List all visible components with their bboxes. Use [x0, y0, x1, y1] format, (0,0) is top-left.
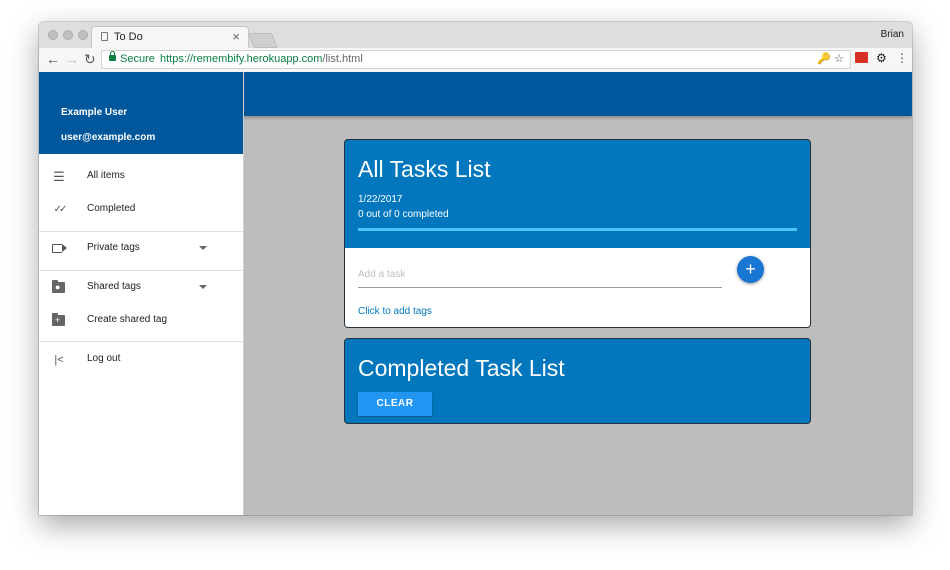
sidebar-item-shared-tags[interactable]: ● Shared tags — [39, 272, 243, 304]
user-email: user@example.com — [61, 132, 156, 143]
add-task-button[interactable]: + — [737, 256, 764, 283]
url-text[interactable]: https://remembify.herokuapp.com/list.htm… — [160, 53, 363, 65]
sidebar: Example User user@example.com ☰ All item… — [39, 72, 244, 515]
forward-icon[interactable]: → — [65, 50, 79, 68]
browser-window: To Do × Brian ← → ↻ Secure https://remem… — [39, 22, 912, 515]
profile-name[interactable]: Brian — [881, 29, 904, 40]
tab-close-icon[interactable]: × — [232, 29, 240, 44]
sidebar-item-label: All items — [87, 170, 125, 181]
new-tab-button[interactable] — [248, 33, 278, 48]
reload-icon[interactable]: ↻ — [84, 50, 96, 68]
sidebar-item-log-out[interactable]: |< Log out — [39, 344, 243, 376]
back-icon[interactable]: ← — [46, 50, 60, 68]
browser-toolbar: ← → ↻ Secure https://remembify.herokuapp… — [39, 48, 912, 73]
logout-icon: |< — [54, 354, 64, 366]
sidebar-header: Example User user@example.com — [39, 72, 243, 154]
sidebar-item-private-tags[interactable]: Private tags — [39, 233, 243, 265]
completed-tasks-card: Completed Task List CLEAR — [344, 338, 811, 424]
all-tasks-title: All Tasks List — [358, 156, 491, 182]
sidebar-divider — [39, 341, 243, 342]
address-bar[interactable]: Secure https://remembify.herokuapp.com/l… — [101, 50, 851, 69]
sidebar-item-completed[interactable]: ✓✓ Completed — [39, 194, 243, 226]
user-name: Example User — [61, 107, 128, 118]
completed-tasks-title: Completed Task List — [358, 355, 565, 381]
more-menu-icon[interactable]: ⋮ — [896, 51, 908, 65]
sidebar-item-label: Shared tags — [87, 281, 141, 292]
bookmark-star-icon[interactable]: 🔑 ☆ — [817, 52, 844, 65]
done-all-icon: ✓✓ — [53, 204, 68, 215]
sidebar-item-label: Completed — [87, 203, 136, 214]
url-path: /list.html — [322, 53, 363, 65]
sidebar-divider — [39, 270, 243, 271]
chevron-down-icon[interactable] — [199, 285, 207, 289]
gear-icon[interactable]: ⚙ — [876, 51, 887, 65]
lock-icon — [109, 51, 116, 61]
add-folder-icon: + — [52, 313, 65, 326]
progress-text: 0 out of 0 completed — [358, 209, 449, 220]
all-tasks-card: All Tasks List 1/22/2017 0 out of 0 comp… — [344, 139, 811, 328]
add-task-panel: + Click to add tags — [345, 248, 810, 327]
list-date: 1/22/2017 — [358, 194, 403, 205]
minimize-window-button[interactable] — [63, 30, 73, 40]
shared-folder-icon: ● — [52, 280, 65, 293]
progress-bar — [358, 228, 797, 231]
sidebar-item-label: Log out — [87, 353, 121, 364]
tag-icon — [52, 244, 67, 253]
sidebar-item-label: Private tags — [87, 242, 140, 253]
add-tags-link[interactable]: Click to add tags — [358, 306, 432, 317]
chevron-down-icon[interactable] — [199, 246, 207, 250]
extension-icon[interactable] — [855, 52, 868, 63]
secure-label: Secure — [120, 53, 155, 65]
url-base: https://remembify.herokuapp.com — [160, 53, 323, 65]
add-task-input[interactable] — [358, 261, 722, 288]
sidebar-item-all-items[interactable]: ☰ All items — [39, 161, 243, 193]
clear-button[interactable]: CLEAR — [358, 392, 432, 416]
sidebar-item-label: Create shared tag — [87, 314, 168, 325]
title-bar: To Do × Brian — [39, 22, 912, 48]
browser-tab[interactable]: To Do × — [91, 26, 249, 48]
maximize-window-button[interactable] — [78, 30, 88, 40]
sidebar-divider — [39, 231, 243, 232]
progress-bar-fill — [358, 228, 797, 231]
list-icon: ☰ — [53, 169, 65, 184]
tab-title: To Do — [114, 31, 143, 43]
sidebar-item-create-shared-tag[interactable]: + Create shared tag — [39, 305, 243, 337]
document-icon — [101, 32, 108, 41]
close-window-button[interactable] — [48, 30, 58, 40]
